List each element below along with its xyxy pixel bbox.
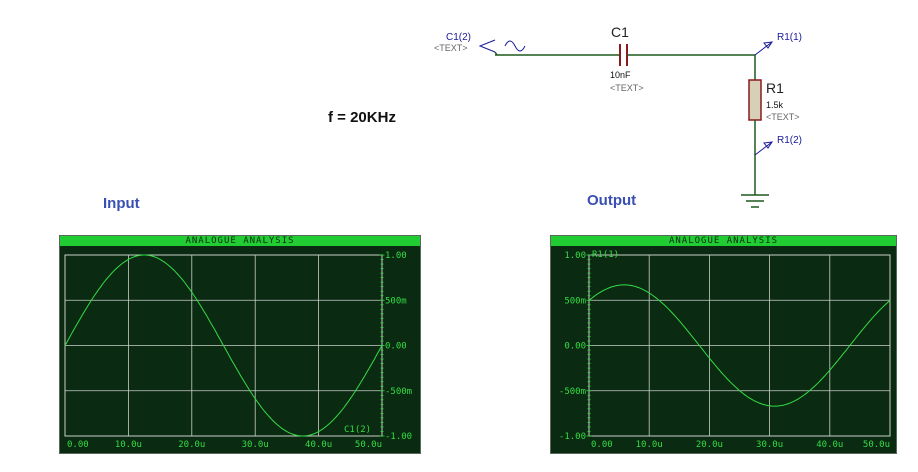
trace-label: C1(2)	[344, 425, 371, 435]
ground-icon	[741, 194, 769, 208]
x-tick-label: 0.00	[591, 440, 613, 450]
res-ref-label: R1	[766, 80, 784, 96]
x-tick-label: 20.0u	[178, 440, 205, 450]
res-text-label: <TEXT>	[766, 112, 800, 122]
y-tick-label: 0.00	[564, 342, 586, 352]
x-tick-label: 10.0u	[636, 440, 663, 450]
trace-label: R1(1)	[592, 250, 619, 260]
generator-symbol[interactable]	[478, 39, 526, 53]
y-tick-label: 500m	[385, 296, 407, 306]
probe-bottom-label: R1(2)	[777, 135, 803, 146]
y-tick-label: -500m	[385, 387, 412, 397]
y-tick-label: 0.00	[385, 342, 407, 352]
source-text-label: <TEXT>	[434, 43, 468, 53]
probe-top-icon[interactable]	[754, 41, 774, 56]
x-tick-label: 20.0u	[696, 440, 723, 450]
y-tick-label: -1.00	[559, 432, 586, 442]
y-tick-label: 500m	[564, 296, 586, 306]
cap-value-label: 10nF	[610, 70, 631, 80]
res-value-label: 1.5k	[766, 100, 784, 110]
x-tick-label: 30.0u	[756, 440, 783, 450]
frequency-label: f = 20KHz	[328, 109, 396, 126]
output-title: Output	[587, 192, 637, 209]
input-graph[interactable]: ANALOGUE ANALYSIS 0.00 10.0u 20.0u 30.0u 40.…	[59, 235, 421, 454]
probe-bottom-icon[interactable]	[754, 141, 774, 156]
y-tick-label: -1.00	[385, 432, 412, 442]
cap-text-label: <TEXT>	[610, 83, 644, 93]
probe-top-label: R1(1)	[777, 32, 803, 43]
y-tick-label: -500m	[559, 387, 586, 397]
x-tick-label: 40.0u	[816, 440, 843, 450]
input-title: Input	[103, 195, 140, 212]
resistor-symbol[interactable]	[748, 79, 762, 121]
x-tick-label: 50.0u	[355, 440, 382, 450]
capacitor-symbol[interactable]	[619, 44, 628, 66]
y-tick-label: 1.00	[385, 251, 407, 261]
output-graph[interactable]: ANALOGUE ANALYSIS 0.00 10.0u 20.0u 30.0u 40.…	[550, 235, 897, 454]
source-ref-label: C1(2)	[446, 32, 472, 43]
y-tick-label: 1.00	[564, 251, 586, 261]
cap-ref-label: C1	[611, 24, 629, 40]
x-tick-label: 40.0u	[305, 440, 332, 450]
x-tick-label: 30.0u	[242, 440, 269, 450]
x-tick-label: 0.00	[67, 440, 89, 450]
output-plot: 0.00 10.0u 20.0u 30.0u 40.0u 50.0u 1.00 500m 0.0…	[559, 250, 891, 450]
x-tick-label: 10.0u	[115, 440, 142, 450]
x-tick-label: 50.0u	[863, 440, 890, 450]
input-plot: 0.00 10.0u 20.0u 30.0u 40.0u 50.0u 1.00 500m 0.0…	[64, 251, 412, 450]
